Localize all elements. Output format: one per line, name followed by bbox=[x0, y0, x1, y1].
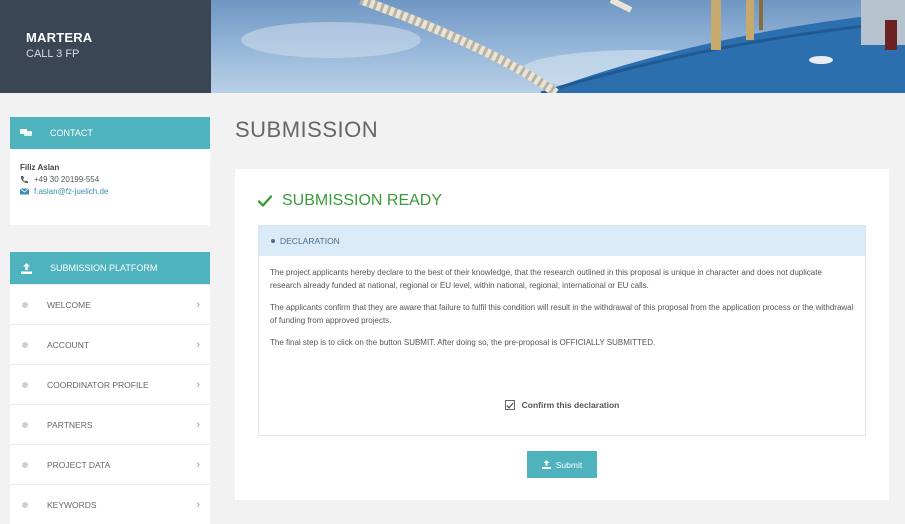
contact-header: CONTACT bbox=[10, 117, 210, 149]
declaration-paragraph: The project applicants hereby declare to… bbox=[270, 268, 822, 290]
sidebar-item-label: KEYWORDS bbox=[47, 499, 97, 510]
brand-title: MARTERA bbox=[26, 30, 93, 45]
submission-status: SUBMISSION READY bbox=[258, 192, 442, 210]
sidebar-item-coordinator-profile[interactable]: COORDINATOR PROFILE › bbox=[10, 364, 210, 404]
contact-heading: CONTACT bbox=[50, 128, 93, 138]
submission-platform-heading: SUBMISSION PLATFORM bbox=[50, 263, 158, 273]
submission-nav: SUBMISSION PLATFORM WELCOME › ACCOUNT › … bbox=[10, 252, 210, 524]
phone-icon bbox=[20, 175, 31, 184]
chevron-right-icon: › bbox=[196, 458, 200, 471]
declaration-paragraph: The applicants confirm that they are awa… bbox=[270, 303, 854, 325]
chevron-right-icon: › bbox=[196, 498, 200, 511]
sidebar-item-account[interactable]: ACCOUNT › bbox=[10, 324, 210, 364]
upload-icon bbox=[19, 261, 33, 275]
nav-bullet bbox=[22, 381, 28, 388]
brand-block[interactable]: MARTERA CALL 3 FP bbox=[0, 0, 211, 93]
chevron-right-icon: › bbox=[196, 378, 200, 391]
checkbox-checked-icon[interactable] bbox=[504, 400, 515, 410]
upload-icon bbox=[541, 460, 551, 469]
sidebar-item-label: PARTNERS bbox=[47, 419, 93, 430]
declaration-paragraph: The final step is to click on the button… bbox=[270, 338, 656, 347]
sidebar-item-label: PROJECT DATA bbox=[47, 459, 111, 470]
nav-bullet bbox=[22, 421, 28, 428]
declaration-text: The project applicants hereby declare to… bbox=[259, 256, 865, 350]
submit-button-label: Submit bbox=[555, 459, 583, 470]
submission-status-text: SUBMISSION READY bbox=[282, 192, 443, 209]
sidebar-item-welcome[interactable]: WELCOME › bbox=[10, 284, 210, 324]
contact-card: CONTACT Filiz Aslan +49 30 20199-554 f.a… bbox=[10, 117, 210, 225]
declaration-panel: DECLARATION The project applicants hereb… bbox=[258, 225, 866, 436]
declaration-header[interactable]: DECLARATION bbox=[259, 226, 865, 256]
checkmark-icon bbox=[258, 195, 272, 207]
chevron-right-icon: › bbox=[196, 338, 200, 351]
page-title: SUBMISSION bbox=[235, 117, 379, 142]
declaration-heading: DECLARATION bbox=[280, 236, 340, 246]
submit-button[interactable]: Submit bbox=[527, 451, 597, 478]
confirm-declaration-checkbox[interactable]: Confirm this declaration bbox=[259, 400, 865, 410]
nav-bullet bbox=[22, 301, 28, 308]
submission-platform-header: SUBMISSION PLATFORM bbox=[10, 252, 210, 284]
sidebar-item-label: WELCOME bbox=[47, 299, 91, 310]
nav-bullet bbox=[22, 501, 28, 508]
chat-bubbles-icon bbox=[19, 126, 33, 140]
chevron-right-icon: › bbox=[196, 418, 200, 431]
submission-card: SUBMISSION READY DECLARATION The project… bbox=[235, 169, 889, 500]
sidebar-item-keywords[interactable]: KEYWORDS › bbox=[10, 484, 210, 524]
envelope-icon bbox=[20, 188, 31, 195]
bullet-icon bbox=[271, 239, 275, 243]
sidebar-item-label: COORDINATOR PROFILE bbox=[47, 379, 149, 390]
contact-name: Filiz Aslan bbox=[20, 163, 60, 172]
sidebar-item-label: ACCOUNT bbox=[47, 339, 90, 350]
confirm-declaration-label: Confirm this declaration bbox=[521, 400, 620, 410]
hero-banner-image bbox=[211, 0, 905, 93]
sidebar-item-project-data[interactable]: PROJECT DATA › bbox=[10, 444, 210, 484]
brand-subtitle: CALL 3 FP bbox=[26, 48, 80, 60]
nav-bullet bbox=[22, 341, 28, 348]
chevron-right-icon: › bbox=[196, 298, 200, 311]
contact-phone: +49 30 20199-554 bbox=[34, 175, 100, 184]
nav-bullet bbox=[22, 461, 28, 468]
contact-email-link[interactable]: f.aslan@fz-juelich.de bbox=[34, 187, 108, 196]
sidebar-item-partners[interactable]: PARTNERS › bbox=[10, 404, 210, 444]
